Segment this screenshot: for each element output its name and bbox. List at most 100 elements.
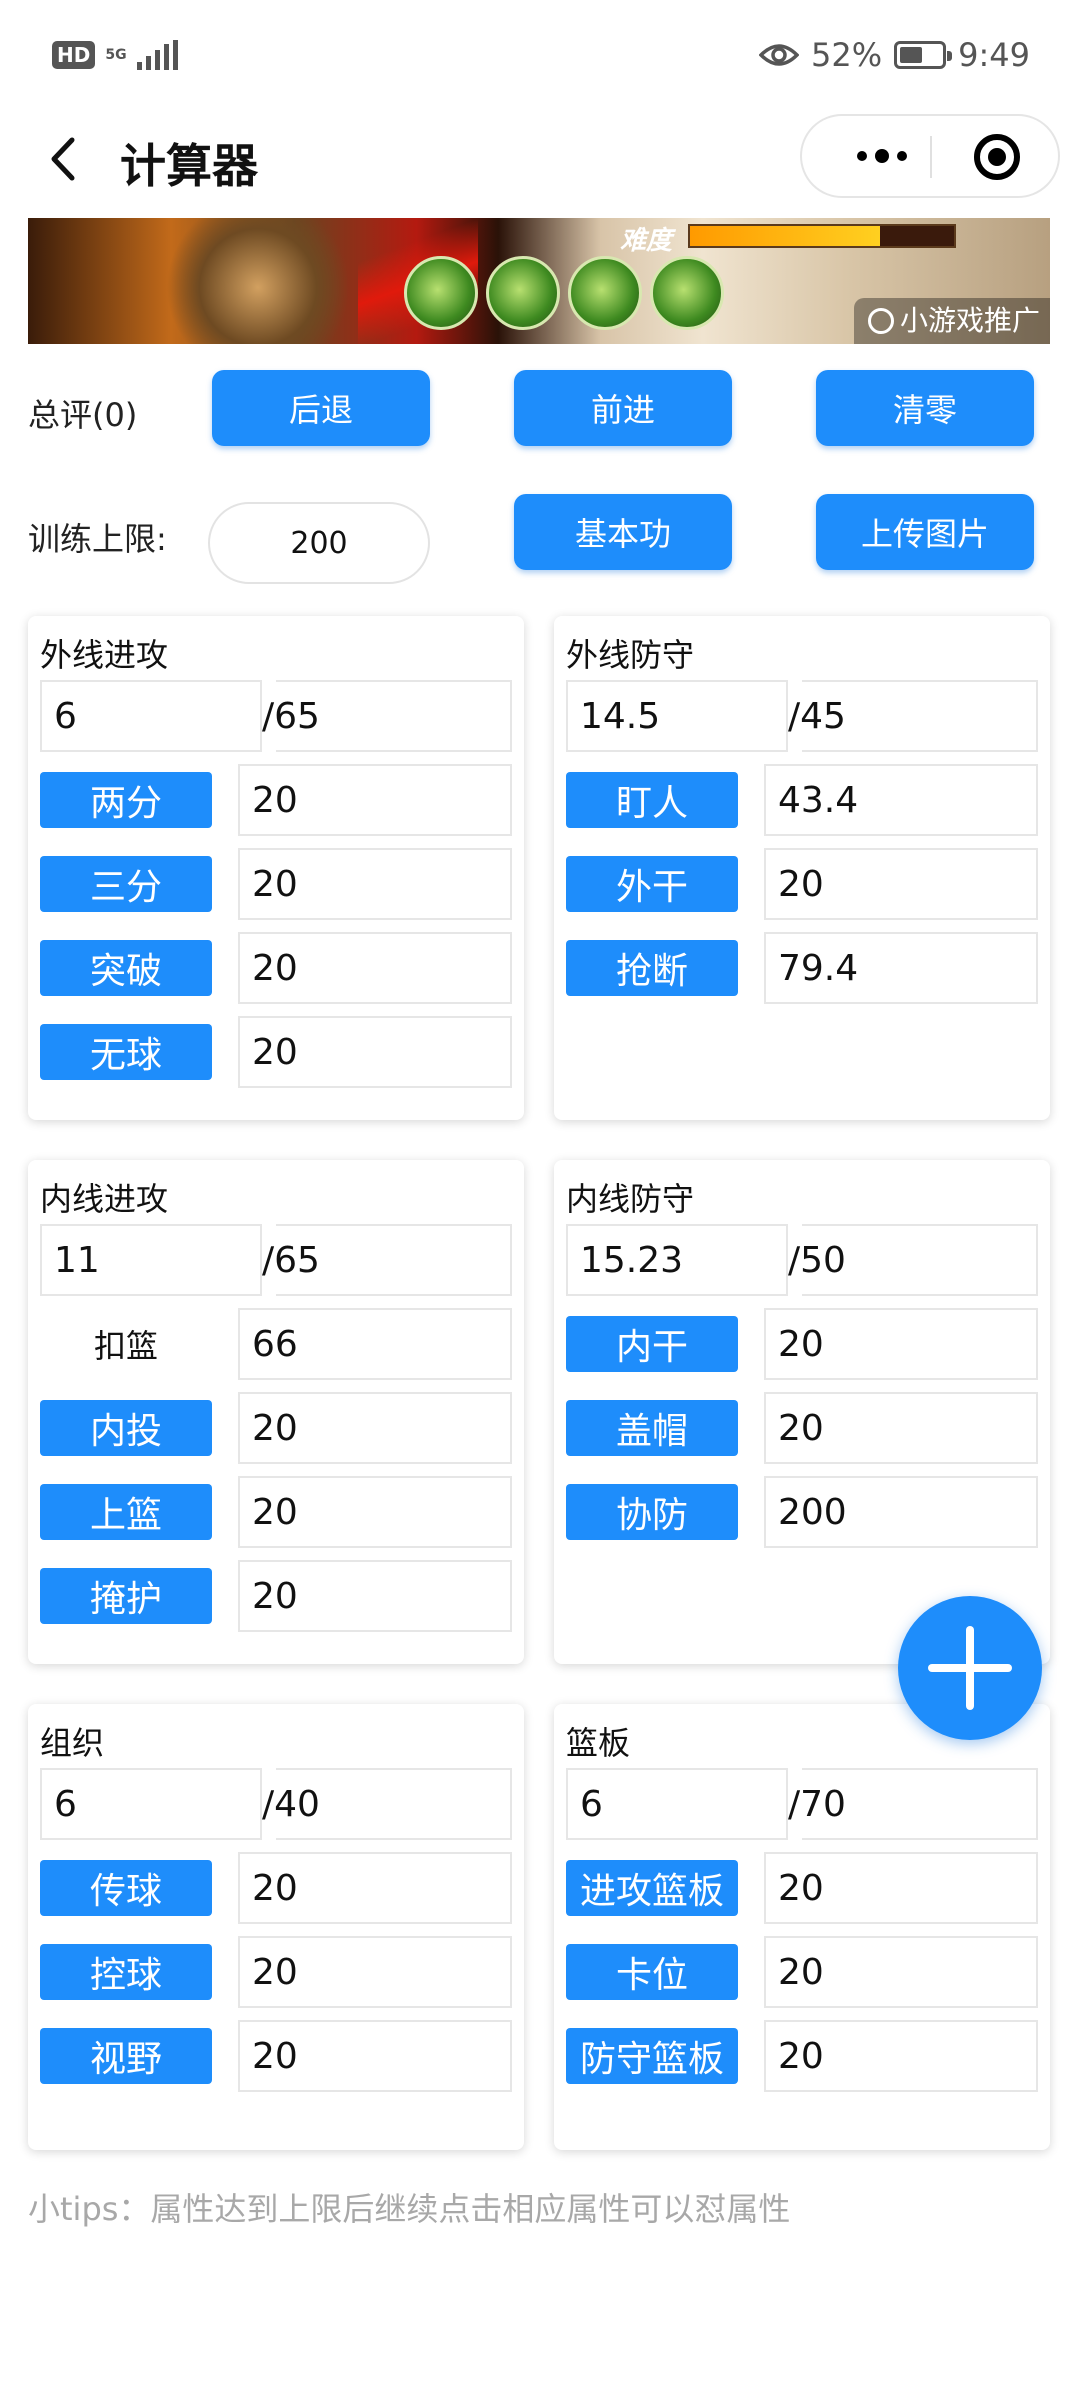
attr-value-input[interactable]: 20 xyxy=(238,1852,512,1924)
attr-button[interactable]: 传球 xyxy=(40,1860,212,1916)
skill-icon xyxy=(486,256,560,330)
category-value-input[interactable]: 15.23 xyxy=(566,1224,788,1296)
attr-button[interactable]: 外干 xyxy=(566,856,738,912)
attr-button[interactable]: 防守篮板 xyxy=(566,2028,738,2084)
attr-value-input[interactable]: 79.4 xyxy=(764,932,1038,1004)
attr-button[interactable]: 两分 xyxy=(40,772,212,828)
attr-button[interactable]: 突破 xyxy=(40,940,212,996)
card-outside-defense: 外线防守 14.5 /45 盯人 43.4 外干 20 抢断 79.4 xyxy=(554,616,1050,1120)
network-type: 5G xyxy=(105,47,127,63)
category-value-input[interactable]: 6 xyxy=(40,1768,262,1840)
attr-button[interactable]: 掩护 xyxy=(40,1568,212,1624)
attr-value-input[interactable]: 20 xyxy=(764,1936,1038,2008)
attr-button[interactable]: 上篮 xyxy=(40,1484,212,1540)
skill-icon xyxy=(568,256,642,330)
add-fab-button[interactable] xyxy=(898,1596,1042,1740)
hd-icon: HD xyxy=(52,41,96,69)
tips-text: 小tips：属性达到上限后继续点击相应属性可以怼属性 xyxy=(28,2190,791,2228)
category-max-text: /40 xyxy=(262,1783,320,1825)
back-button[interactable]: 后退 xyxy=(212,370,430,446)
card-title: 组织 xyxy=(40,1724,105,1762)
attr-button[interactable]: 盖帽 xyxy=(566,1400,738,1456)
category-max: /40 xyxy=(262,1768,512,1840)
ad-banner[interactable]: 难度 小游戏推广 xyxy=(28,218,1050,344)
attr-value-input[interactable]: 20 xyxy=(238,2020,512,2092)
card-outside-attack: 外线进攻 6 /65 两分 20 三分 20 突破 20 无球 20 xyxy=(28,616,524,1120)
card-rebound: 篮板 6 /70 进攻篮板 20 卡位 20 防守篮板 20 xyxy=(554,1704,1050,2150)
difficulty-bar xyxy=(688,224,956,248)
difficulty-fill xyxy=(690,226,881,246)
signal-icon xyxy=(136,40,178,70)
category-max-text: /65 xyxy=(262,1239,320,1281)
attr-button[interactable]: 无球 xyxy=(40,1024,212,1080)
attr-button[interactable]: 卡位 xyxy=(566,1944,738,2000)
card-inside-attack: 内线进攻 11 /65 扣篮 66 内投 20 上篮 20 掩护 20 xyxy=(28,1160,524,1664)
attr-value-input[interactable]: 20 xyxy=(238,1476,512,1548)
battery-percent: 52% xyxy=(811,36,883,74)
attr-value-input[interactable]: 20 xyxy=(238,848,512,920)
status-left: HD 5G xyxy=(52,40,178,70)
attr-button[interactable]: 盯人 xyxy=(566,772,738,828)
more-icon[interactable] xyxy=(838,116,926,196)
attr-label-plain[interactable]: 扣篮 xyxy=(40,1316,212,1372)
attr-value-input[interactable]: 20 xyxy=(238,1392,512,1464)
skill-icon xyxy=(650,256,724,330)
attr-button[interactable]: 抢断 xyxy=(566,940,738,996)
attr-value-input[interactable]: 20 xyxy=(764,1392,1038,1464)
category-max-text: /65 xyxy=(262,695,320,737)
attr-value-input[interactable]: 20 xyxy=(238,1016,512,1088)
category-max-text: /70 xyxy=(788,1783,846,1825)
banner-hero-art xyxy=(148,218,368,344)
attr-value-input[interactable]: 20 xyxy=(238,1560,512,1632)
status-bar: HD 5G 52% 9:49 xyxy=(0,0,1080,110)
attr-value-input[interactable]: 20 xyxy=(238,1936,512,2008)
attr-button[interactable]: 内投 xyxy=(40,1400,212,1456)
attr-value-input[interactable]: 43.4 xyxy=(764,764,1038,836)
category-value-input[interactable]: 6 xyxy=(566,1768,788,1840)
attr-value-input[interactable]: 20 xyxy=(238,764,512,836)
category-value-input[interactable]: 6 xyxy=(40,680,262,752)
clear-button[interactable]: 清零 xyxy=(816,370,1034,446)
category-value-input[interactable]: 11 xyxy=(40,1224,262,1296)
close-target-icon[interactable] xyxy=(974,134,1020,180)
attr-button[interactable]: 内干 xyxy=(566,1316,738,1372)
back-arrow-icon[interactable] xyxy=(40,134,90,184)
category-value-input[interactable]: 14.5 xyxy=(566,680,788,752)
promo-text: 小游戏推广 xyxy=(899,304,1040,337)
attr-button[interactable]: 进攻篮板 xyxy=(566,1860,738,1916)
nav-bar: 计算器 xyxy=(0,110,1080,210)
attr-button[interactable]: 协防 xyxy=(566,1484,738,1540)
card-title: 篮板 xyxy=(566,1724,631,1762)
train-limit-input[interactable]: 200 xyxy=(208,502,430,584)
upload-image-button[interactable]: 上传图片 xyxy=(816,494,1034,570)
category-max: /70 xyxy=(788,1768,1038,1840)
attr-value-input[interactable]: 20 xyxy=(764,1308,1038,1380)
category-max: /65 xyxy=(262,680,512,752)
eye-icon xyxy=(759,44,800,66)
promo-tag: 小游戏推广 xyxy=(853,298,1050,344)
category-max: /65 xyxy=(262,1224,512,1296)
battery-icon xyxy=(894,41,953,69)
capsule-divider xyxy=(930,136,932,178)
attr-value-input[interactable]: 200 xyxy=(764,1476,1038,1548)
card-title: 内线进攻 xyxy=(40,1180,169,1218)
card-title: 外线防守 xyxy=(566,636,695,674)
page-title: 计算器 xyxy=(120,139,258,193)
attr-value-input[interactable]: 20 xyxy=(764,2020,1038,2092)
total-score-label: 总评(0) xyxy=(28,396,138,434)
category-max: /50 xyxy=(788,1224,1038,1296)
basic-skill-button[interactable]: 基本功 xyxy=(514,494,732,570)
category-max: /45 xyxy=(788,680,1038,752)
forward-button[interactable]: 前进 xyxy=(514,370,732,446)
card-inside-defense: 内线防守 15.23 /50 内干 20 盖帽 20 协防 200 xyxy=(554,1160,1050,1664)
link-icon xyxy=(867,308,894,334)
attr-value-input[interactable]: 20 xyxy=(764,1852,1038,1924)
skill-icon xyxy=(404,256,478,330)
attr-button[interactable]: 三分 xyxy=(40,856,212,912)
attr-button[interactable]: 视野 xyxy=(40,2028,212,2084)
train-limit-label: 训练上限: xyxy=(28,520,167,558)
attr-value-input[interactable]: 20 xyxy=(764,848,1038,920)
attr-value-input[interactable]: 66 xyxy=(238,1308,512,1380)
attr-value-input[interactable]: 20 xyxy=(238,932,512,1004)
attr-button[interactable]: 控球 xyxy=(40,1944,212,2000)
